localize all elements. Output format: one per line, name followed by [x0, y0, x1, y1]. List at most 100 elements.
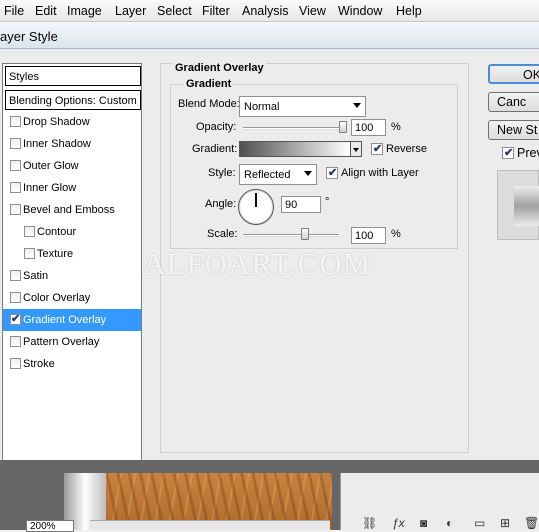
style-preview-thumbnail	[497, 170, 539, 240]
style-item-outer-glow[interactable]: Outer Glow	[3, 155, 141, 177]
dialog-title-bar[interactable]: ayer Style	[0, 22, 539, 49]
checkmark-icon: ✔	[373, 143, 383, 155]
ok-button[interactable]: OK	[488, 64, 539, 84]
opacity-slider[interactable]	[243, 127, 347, 130]
style-item-label: Contour	[37, 226, 77, 238]
scale-slider[interactable]	[243, 234, 339, 237]
style-item-gradient-overlay[interactable]: ✔ Gradient Overlay	[3, 309, 141, 331]
menu-file[interactable]: File	[4, 4, 24, 18]
style-item-pattern-overlay[interactable]: Pattern Overlay	[3, 331, 141, 353]
style-item-texture[interactable]: Texture	[3, 243, 141, 265]
style-item-label: Inner Glow	[23, 182, 77, 194]
reverse-checkbox[interactable]: ✔	[371, 143, 383, 155]
gradient-subgroup-title: Gradient	[184, 78, 234, 90]
inner-shadow-checkbox[interactable]	[10, 138, 21, 149]
angle-input[interactable]: 90	[281, 196, 321, 213]
style-item-inner-shadow[interactable]: Inner Shadow	[3, 133, 141, 155]
menu-select[interactable]: Select	[157, 4, 192, 18]
satin-checkbox[interactable]	[10, 270, 21, 281]
group-folder-icon[interactable]: ▭	[474, 516, 485, 530]
style-item-drop-shadow[interactable]: Drop Shadow	[3, 111, 141, 133]
scale-unit: %	[391, 228, 401, 240]
opacity-unit: %	[391, 121, 401, 133]
style-item-label: Color Overlay	[23, 292, 91, 304]
style-item-bevel-emboss[interactable]: Bevel and Emboss	[3, 199, 141, 221]
blend-mode-select[interactable]: Normal	[239, 96, 366, 117]
new-layer-icon[interactable]: ⊞	[500, 516, 510, 530]
style-item-label: Inner Shadow	[23, 138, 91, 150]
menu-view[interactable]: View	[299, 4, 326, 18]
cancel-label: Canc	[497, 95, 527, 109]
fx-icon[interactable]: ƒx	[392, 516, 405, 530]
menu-image[interactable]: Image	[67, 4, 102, 18]
adjustment-icon[interactable]: ◐	[446, 516, 453, 530]
angle-unit: °	[325, 196, 330, 208]
cancel-button[interactable]: Canc	[488, 92, 539, 112]
link-icon[interactable]: ⛓	[362, 516, 377, 530]
chevron-down-icon	[304, 171, 312, 176]
stroke-checkbox[interactable]	[10, 358, 21, 369]
style-item-inner-glow[interactable]: Inner Glow	[3, 177, 141, 199]
new-style-button[interactable]: New St	[488, 120, 539, 140]
opacity-input[interactable]: 100	[351, 119, 386, 136]
drop-shadow-checkbox[interactable]	[10, 116, 21, 127]
outer-glow-checkbox[interactable]	[10, 160, 21, 171]
menu-window[interactable]: Window	[338, 4, 382, 18]
mask-icon[interactable]: ◙	[420, 516, 427, 530]
checkmark-icon: ✔	[504, 147, 514, 159]
menu-layer[interactable]: Layer	[115, 4, 146, 18]
preview-checkbox[interactable]: ✔	[502, 147, 514, 159]
gradient-picker[interactable]	[239, 141, 351, 157]
menu-edit[interactable]: Edit	[35, 4, 57, 18]
texture-checkbox[interactable]	[24, 248, 35, 259]
pattern-overlay-checkbox[interactable]	[10, 336, 21, 347]
gradient-dropdown-button[interactable]	[351, 141, 362, 157]
styles-header-label: Styles	[9, 71, 39, 83]
style-item-label: Outer Glow	[23, 160, 79, 172]
zoom-field[interactable]: 200%	[26, 520, 74, 532]
style-item-contour[interactable]: Contour	[3, 221, 141, 243]
gradient-label: Gradient:	[192, 143, 238, 155]
menu-filter[interactable]: Filter	[202, 4, 230, 18]
style-label: Style:	[208, 167, 236, 179]
blend-mode-label: Blend Mode:	[178, 98, 240, 110]
style-item-satin[interactable]: Satin	[3, 265, 141, 287]
bevel-emboss-checkbox[interactable]	[10, 204, 21, 215]
horizontal-scrollbar[interactable]	[90, 520, 330, 530]
color-overlay-checkbox[interactable]	[10, 292, 21, 303]
trash-icon[interactable]: 🗑	[524, 516, 539, 530]
chevron-down-icon	[353, 103, 361, 108]
blending-options-item[interactable]: Blending Options: Custom	[5, 90, 141, 110]
menu-bar: File Edit Image Layer Select Filter Anal…	[0, 0, 539, 22]
angle-indicator	[255, 193, 257, 207]
watermark: ALFOART.COM	[143, 246, 372, 281]
scale-input[interactable]: 100	[351, 227, 386, 244]
menu-help[interactable]: Help	[396, 4, 422, 18]
opacity-slider-handle[interactable]	[339, 121, 347, 133]
menu-analysis[interactable]: Analysis	[242, 4, 289, 18]
gradient-overlay-checkbox[interactable]: ✔	[10, 313, 21, 325]
new-style-label: New St	[497, 123, 538, 137]
checkmark-icon: ✔	[328, 167, 338, 179]
chevron-down-icon	[353, 148, 359, 152]
style-item-stroke[interactable]: Stroke	[3, 353, 141, 375]
gradient-style-select[interactable]: Reflected	[239, 164, 317, 185]
dialog-title: ayer Style	[0, 29, 58, 44]
align-with-layer-checkbox[interactable]: ✔	[326, 167, 338, 179]
contour-checkbox[interactable]	[24, 226, 35, 237]
style-item-label: Texture	[37, 248, 74, 260]
preview-swatch	[514, 186, 539, 226]
styles-list: Styles Blending Options: Custom Drop Sha…	[2, 63, 142, 502]
style-item-color-overlay[interactable]: Color Overlay	[3, 287, 141, 309]
align-with-layer-label: Align with Layer	[341, 167, 419, 179]
scale-label: Scale:	[207, 228, 238, 240]
gradient-style-value: Reflected	[244, 169, 291, 181]
checkmark-icon: ✔	[11, 313, 21, 325]
angle-dial[interactable]	[238, 189, 274, 225]
inner-glow-checkbox[interactable]	[10, 182, 21, 193]
blend-mode-value: Normal	[244, 101, 280, 113]
ok-label: OK	[523, 68, 539, 82]
preview-label: Prev	[517, 146, 539, 160]
scale-slider-handle[interactable]	[300, 228, 309, 240]
styles-header[interactable]: Styles	[5, 66, 141, 86]
